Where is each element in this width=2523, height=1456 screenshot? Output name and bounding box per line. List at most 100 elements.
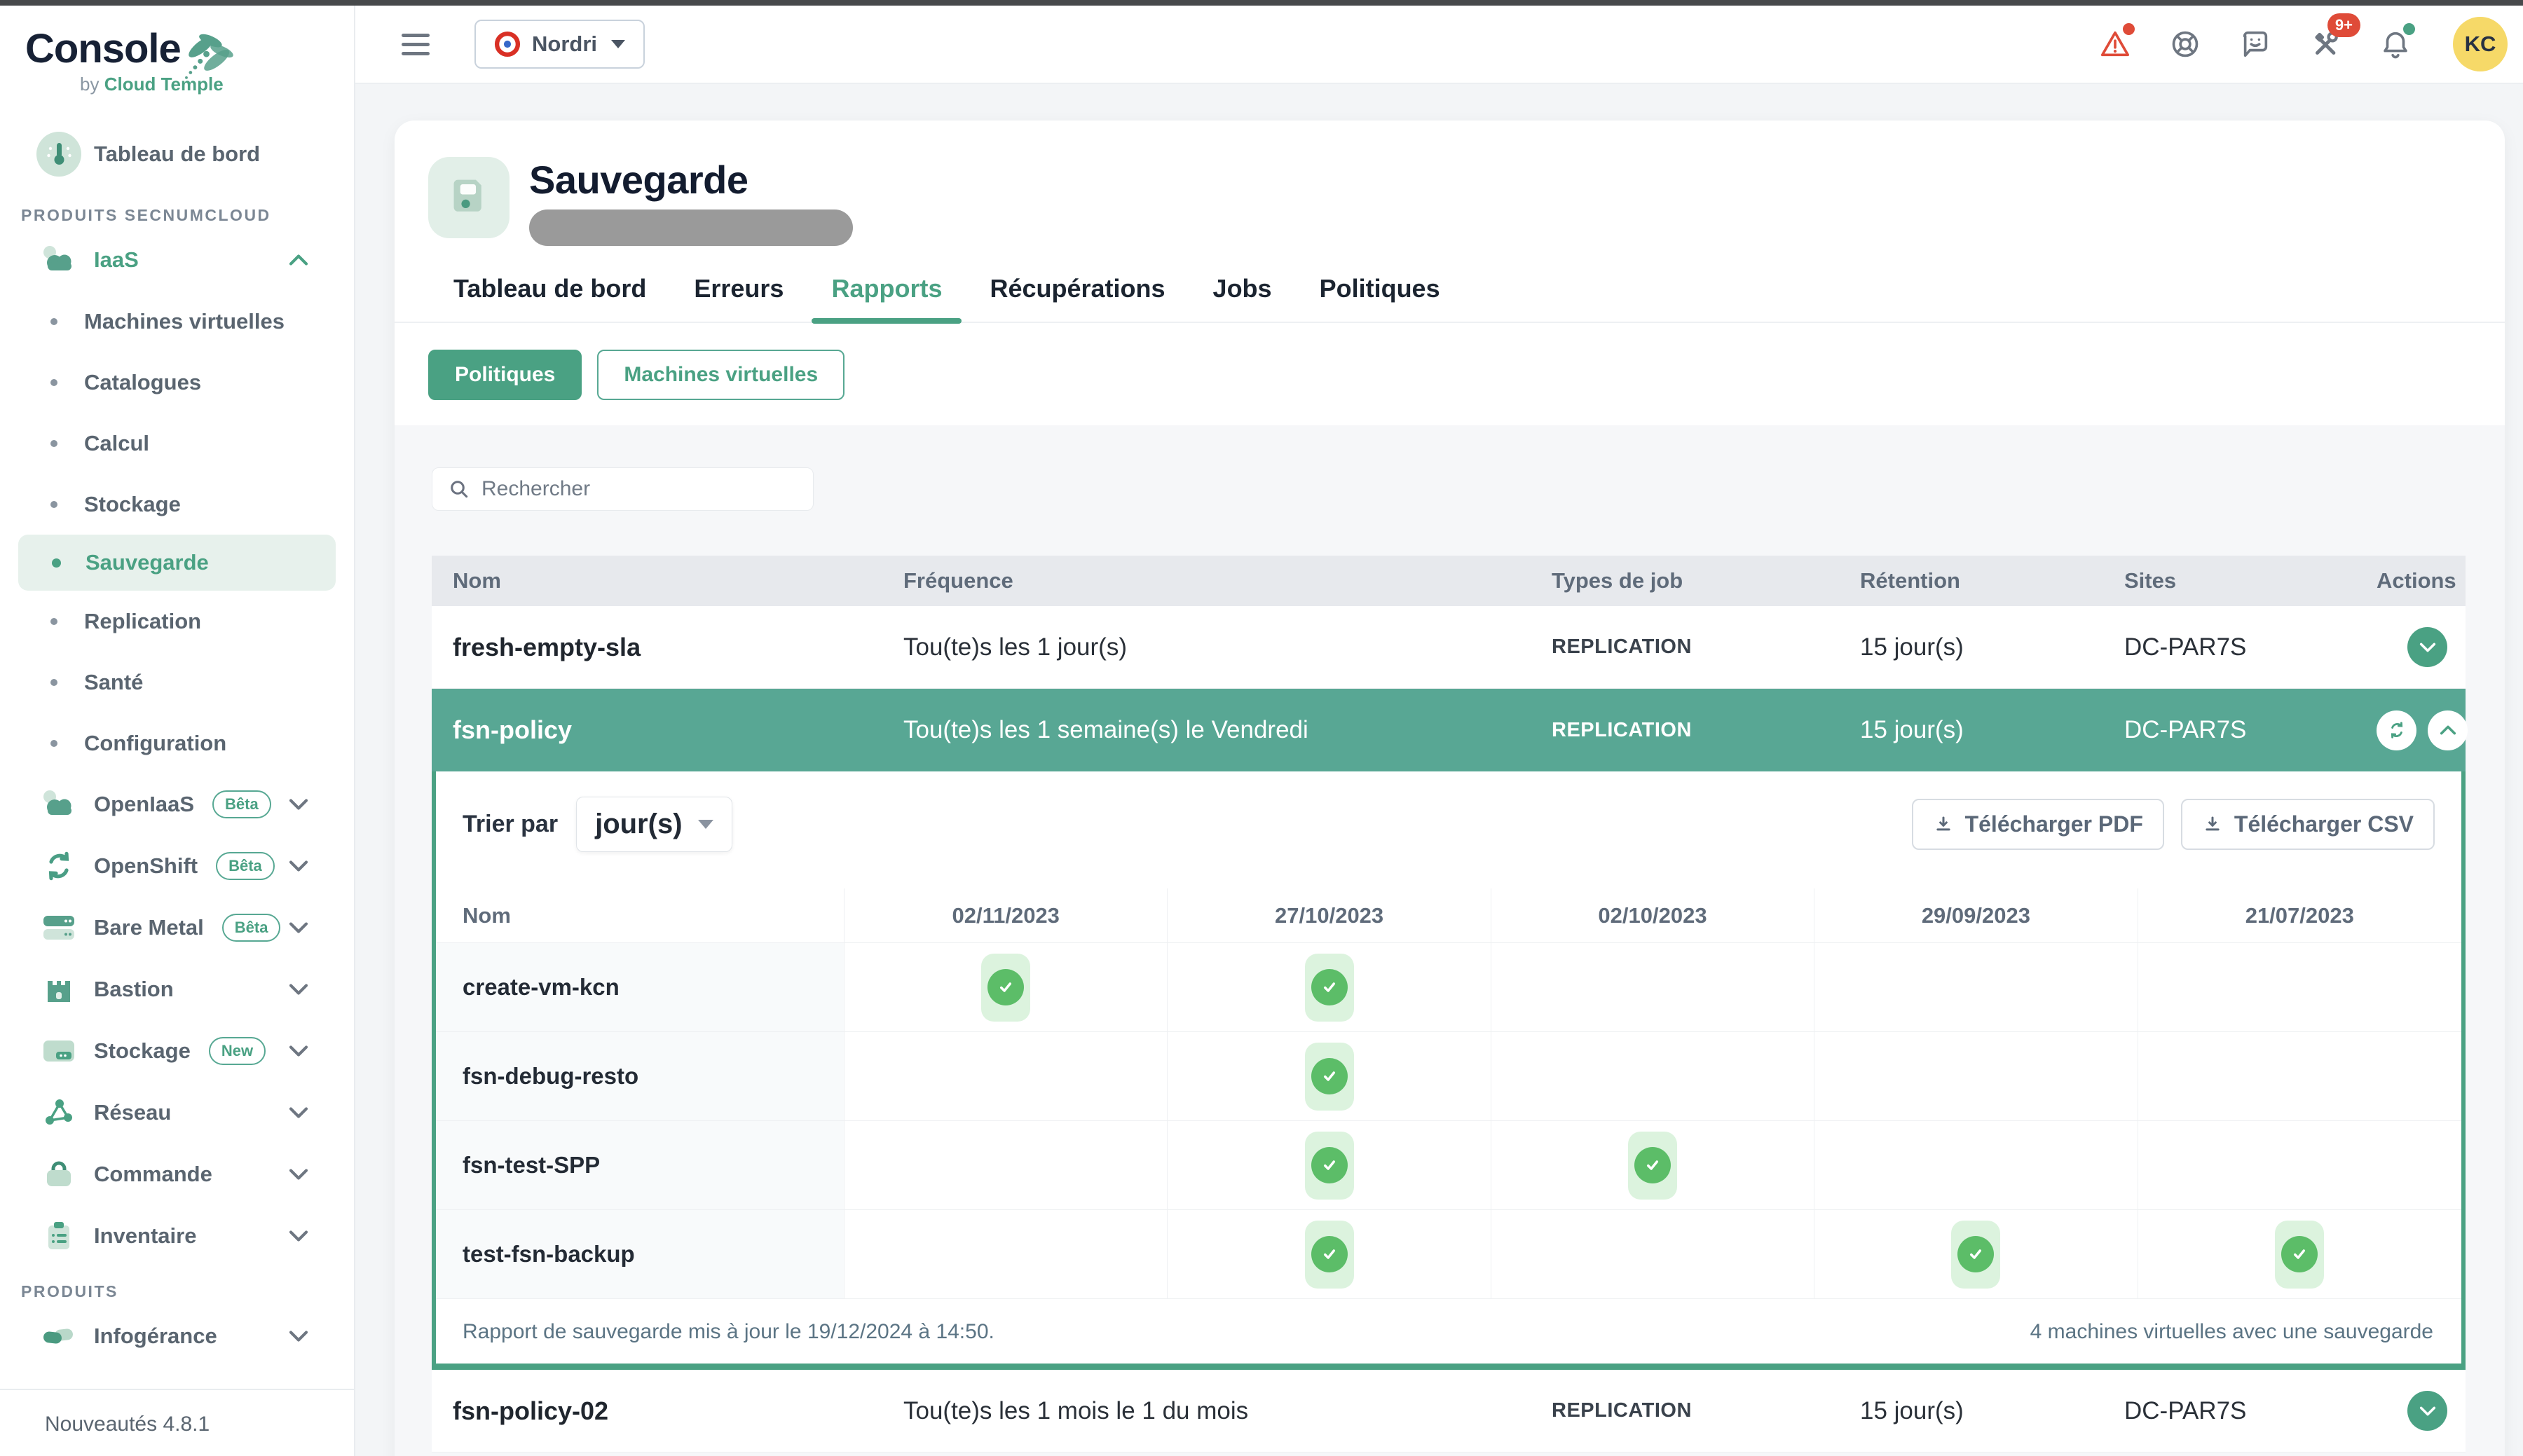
cocarde-icon — [494, 31, 521, 57]
collapse-row-button[interactable] — [2428, 710, 2468, 750]
policy-name: fsn-policy-02 — [432, 1396, 903, 1426]
policy-row-fresh-empty-sla: fresh-empty-sla Tou(te)s les 1 jour(s) R… — [432, 606, 2466, 689]
sidebar-group-bastion[interactable]: Bastion — [0, 959, 354, 1020]
policy-job-type: REPLICATION — [1552, 719, 1860, 742]
sidebar-group-iaas[interactable]: IaaS — [0, 229, 354, 291]
sidebar-item-label: Tableau de bord — [94, 142, 260, 167]
sidebar-group-infogerance[interactable]: Infogérance — [0, 1305, 354, 1367]
sidebar-group-openiaas[interactable]: OpenIaaS Bêta — [0, 774, 354, 835]
report-col-date-2: 27/10/2023 — [1168, 888, 1491, 942]
sidebar-group-label: Bastion — [94, 977, 174, 1002]
hamburger-menu-icon[interactable] — [402, 34, 430, 55]
search-box[interactable] — [432, 467, 814, 511]
bullet-icon — [50, 379, 57, 386]
tab-recuperations[interactable]: Récupérations — [973, 261, 1182, 322]
tab-erreurs[interactable]: Erreurs — [677, 261, 800, 322]
chevron-down-icon[interactable] — [287, 797, 310, 812]
chevron-down-icon[interactable] — [287, 1228, 310, 1244]
sort-select[interactable]: jour(s) — [576, 797, 732, 852]
report-col-nom: Nom — [436, 888, 845, 942]
report-panel: Trier par jour(s) — [432, 771, 2466, 1370]
policy-row-fsn-policy: fsn-policy Tou(te)s les 1 semaine(s) le … — [432, 689, 2466, 771]
sidebar-item-sauvegarde[interactable]: Sauvegarde — [18, 535, 336, 591]
policy-job-type: REPLICATION — [1552, 636, 1860, 659]
caret-down-icon — [611, 40, 625, 48]
save-icon — [428, 157, 510, 238]
sidebar-group-commande[interactable]: Commande — [0, 1143, 354, 1205]
sidebar-item-dashboard[interactable]: Tableau de bord — [0, 123, 354, 185]
sidebar-item-label: Configuration — [84, 731, 226, 756]
logo[interactable]: Console by Cloud Temple — [0, 6, 354, 111]
tab-tableau-de-bord[interactable]: Tableau de bord — [437, 261, 663, 322]
tenant-name: Nordri — [532, 32, 597, 57]
chevron-down-icon[interactable] — [287, 982, 310, 997]
chevron-down-icon[interactable] — [287, 1167, 310, 1182]
sidebar-item-catalogues[interactable]: Catalogues — [0, 352, 354, 413]
sidebar-group-label: Réseau — [94, 1100, 171, 1125]
sidebar-group-inventaire[interactable]: Inventaire — [0, 1205, 354, 1267]
chevron-down-icon[interactable] — [287, 1043, 310, 1059]
chevron-down-icon[interactable] — [287, 1105, 310, 1120]
feedback-button[interactable] — [2238, 27, 2272, 61]
sidebar-group-reseau[interactable]: Réseau — [0, 1082, 354, 1143]
sidebar-item-label: Machines virtuelles — [84, 309, 285, 334]
tab-jobs[interactable]: Jobs — [1196, 261, 1289, 322]
policy-frequency: Tou(te)s les 1 mois le 1 du mois — [903, 1397, 1552, 1425]
report-row-fsn-debug-resto: fsn-debug-resto — [436, 1032, 2461, 1121]
policy-sites: DC-PAR7S — [2124, 716, 2377, 744]
bag-icon — [36, 1152, 81, 1197]
user-avatar[interactable]: KC — [2453, 17, 2508, 71]
sidebar-item-calcul[interactable]: Calcul — [0, 413, 354, 474]
sidebar-group-label: Commande — [94, 1162, 212, 1187]
refresh-report-button[interactable] — [2377, 710, 2416, 750]
col-header-sites: Sites — [2124, 568, 2377, 593]
toggle-politiques[interactable]: Politiques — [428, 350, 582, 400]
sidebar-item-label: Santé — [84, 670, 143, 695]
vm-name: fsn-debug-resto — [436, 1032, 845, 1120]
sidebar-group-stockage[interactable]: Stockage New — [0, 1020, 354, 1082]
sidebar-item-label: Sauvegarde — [86, 550, 209, 575]
sidebar-item-stockage[interactable]: Stockage — [0, 474, 354, 535]
chevron-up-icon[interactable] — [287, 252, 310, 268]
section-produits-secnumcloud: PRODUITS SECNUMCLOUD — [21, 206, 354, 225]
tenant-selector[interactable]: Nordri — [474, 20, 645, 69]
tab-politiques[interactable]: Politiques — [1303, 261, 1457, 322]
sidebar-item-replication[interactable]: Replication — [0, 591, 354, 652]
alerts-button[interactable] — [2098, 27, 2132, 61]
download-csv-button[interactable]: Télécharger CSV — [2181, 799, 2435, 850]
expand-row-button[interactable] — [2407, 627, 2447, 667]
notifications-button[interactable] — [2379, 27, 2412, 61]
tools-count-badge: 9+ — [2327, 13, 2360, 37]
backup-check-icon — [1305, 954, 1354, 1022]
report-table: Nom 02/11/2023 27/10/2023 02/10/2023 29/… — [436, 888, 2461, 1299]
sidebar-group-bare-metal[interactable]: Bare Metal Bêta — [0, 897, 354, 959]
sidebar-group-openshift[interactable]: OpenShift Bêta — [0, 835, 354, 897]
beta-badge: Bêta — [212, 790, 271, 818]
backup-check-icon — [1305, 1132, 1354, 1200]
policies-table: Nom Fréquence Types de job Rétention Sit… — [432, 556, 2466, 1452]
chevron-down-icon[interactable] — [287, 920, 310, 935]
sidebar-item-configuration[interactable]: Configuration — [0, 713, 354, 774]
download-pdf-button[interactable]: Télécharger PDF — [1912, 799, 2164, 850]
sidebar: Console by Cloud Temple — [0, 6, 355, 1456]
toggle-machines-virtuelles[interactable]: Machines virtuelles — [597, 350, 845, 400]
sidebar-item-machines-virtuelles[interactable]: Machines virtuelles — [0, 291, 354, 352]
sidebar-group-label: OpenIaaS — [94, 792, 194, 817]
bullet-icon — [50, 440, 57, 447]
release-notes-link[interactable]: Nouveautés 4.8.1 — [0, 1390, 354, 1456]
policy-sites: DC-PAR7S — [2124, 1397, 2377, 1425]
tools-button[interactable]: 9+ — [2309, 27, 2342, 61]
window-top-edge — [0, 0, 2523, 6]
expand-row-button[interactable] — [2407, 1391, 2447, 1431]
cloud-icon — [36, 238, 81, 282]
search-input[interactable] — [481, 477, 798, 501]
chevron-down-icon[interactable] — [287, 1328, 310, 1344]
vm-name: fsn-test-SPP — [436, 1121, 845, 1209]
tab-rapports[interactable]: Rapports — [814, 261, 959, 322]
sidebar-item-sante[interactable]: Santé — [0, 652, 354, 713]
policy-name: fresh-empty-sla — [432, 633, 903, 662]
support-button[interactable] — [2168, 27, 2202, 61]
report-table-header: Nom 02/11/2023 27/10/2023 02/10/2023 29/… — [436, 888, 2461, 943]
report-col-date-5: 21/07/2023 — [2138, 888, 2461, 942]
chevron-down-icon[interactable] — [287, 858, 310, 874]
